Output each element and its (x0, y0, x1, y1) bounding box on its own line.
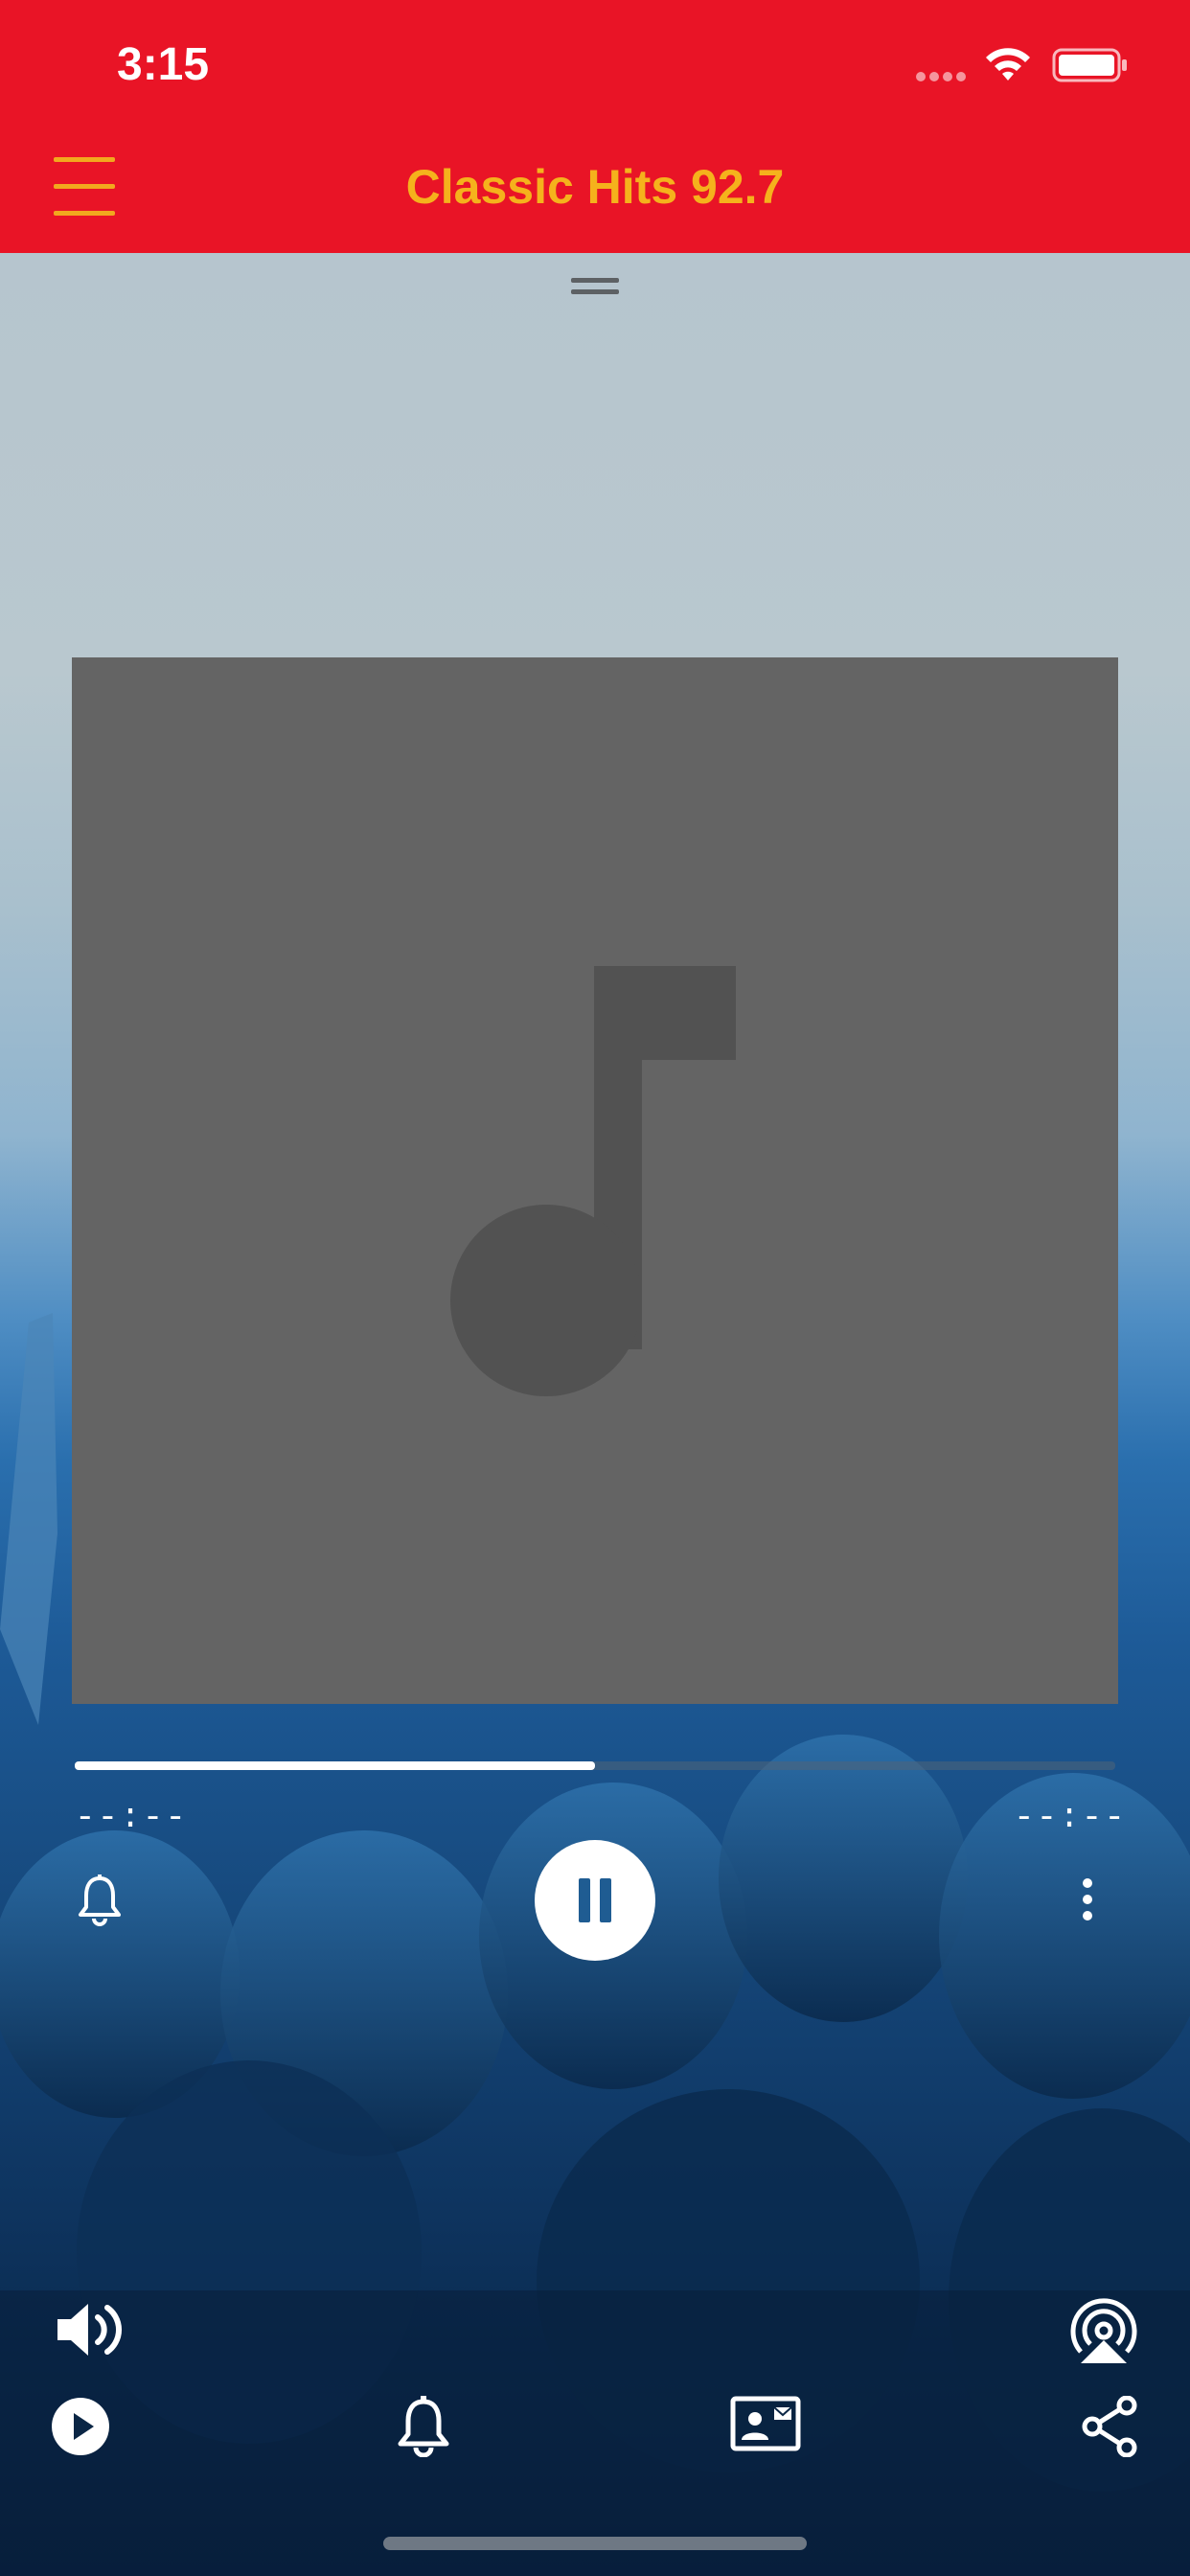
header-bar: 3:15 Classic Hits 92.7 (0, 0, 1190, 253)
tab-contact-card-icon[interactable] (730, 2396, 801, 2451)
remaining-time: --:-- (1014, 1798, 1128, 1837)
alarm-bell-button[interactable] (77, 1874, 123, 1926)
progress-fill (75, 1761, 595, 1770)
pause-icon (579, 1878, 590, 1922)
tab-share-icon[interactable] (1081, 2396, 1138, 2457)
battery-icon (1052, 48, 1127, 82)
airplay-icon[interactable] (1067, 2296, 1140, 2365)
home-indicator[interactable] (383, 2537, 807, 2550)
pause-button[interactable] (535, 1840, 655, 1961)
tab-play-circle-icon[interactable] (50, 2396, 111, 2457)
status-time: 3:15 (117, 39, 210, 90)
progress-bar[interactable] (75, 1761, 1115, 1770)
music-note-icon (450, 966, 736, 1396)
drag-handle[interactable] (571, 278, 619, 299)
station-title: Classic Hits 92.7 (405, 160, 785, 214)
album-artwork (72, 657, 1118, 1704)
elapsed-time: --:-- (75, 1798, 189, 1837)
wifi-icon (986, 48, 1030, 80)
speaker-icon[interactable] (54, 2296, 125, 2363)
signal-dots-icon (916, 69, 970, 86)
tab-bell-icon[interactable] (395, 2396, 452, 2457)
more-options-button[interactable] (1079, 1878, 1098, 1920)
